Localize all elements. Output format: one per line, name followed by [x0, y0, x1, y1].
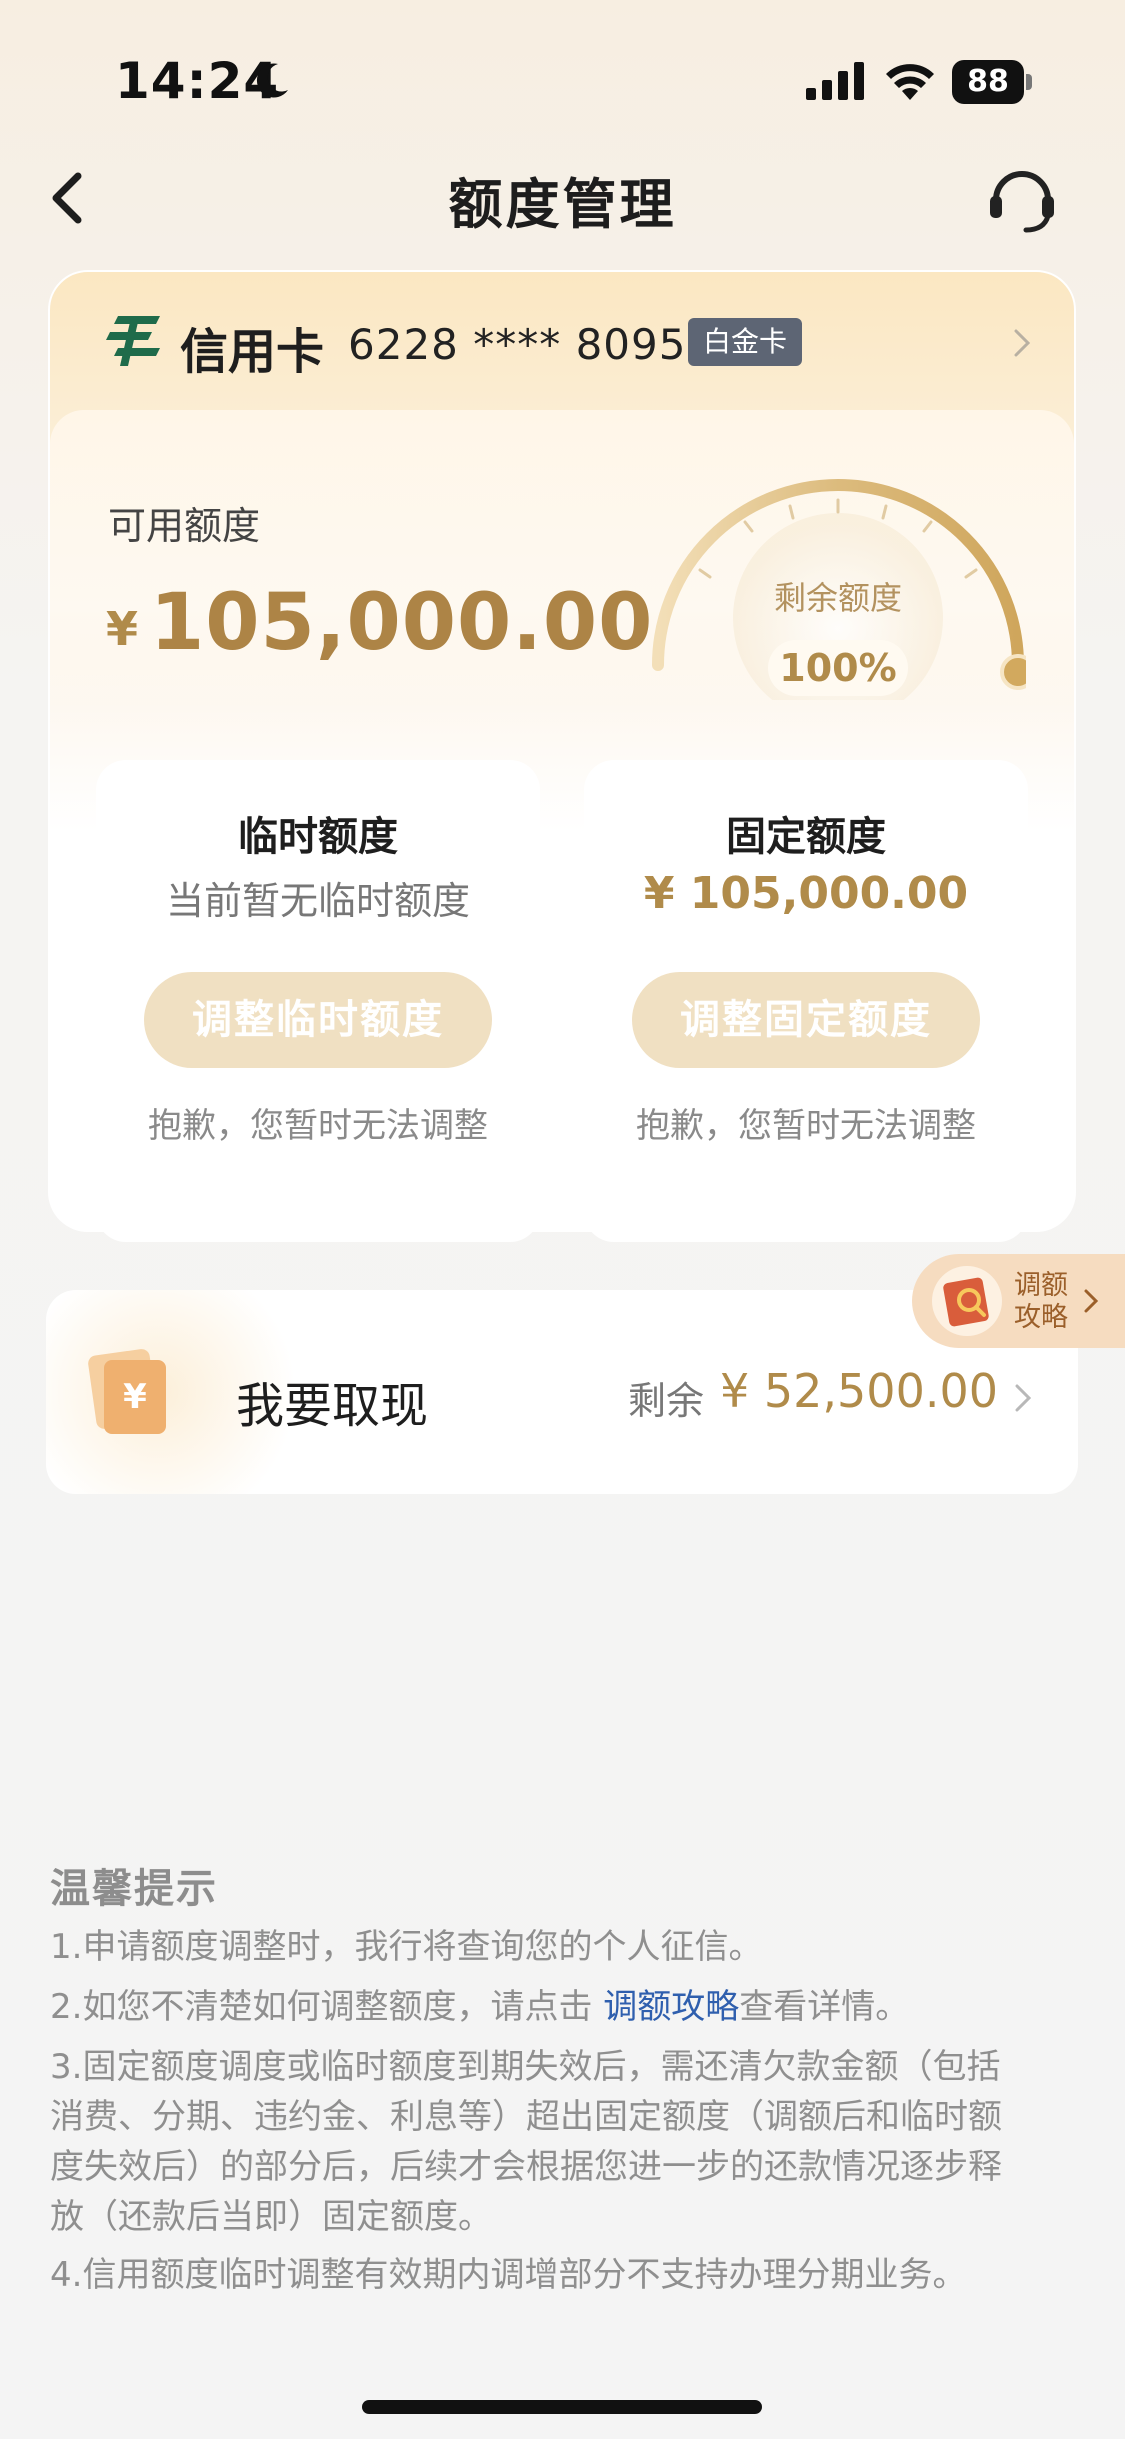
- limit-guide-link[interactable]: 调额攻略: [603, 1987, 739, 2027]
- tip-item-3: 3.固定额度调度或临时额度到期失效后，需还清欠款金额（包括 消费、分期、违约金、…: [50, 2047, 1002, 2237]
- bank-logo-icon: [106, 316, 160, 366]
- home-indicator[interactable]: [362, 2400, 762, 2414]
- adjust-temporary-limit-button[interactable]: 调整临时额度: [144, 972, 492, 1068]
- currency-symbol: ¥: [106, 602, 139, 656]
- adjust-fixed-limit-button[interactable]: 调整固定额度: [632, 972, 980, 1068]
- remaining-label: 剩余: [628, 1379, 705, 1423]
- cash-icon: ¥: [88, 1349, 166, 1434]
- temporary-limit-title: 临时额度: [238, 814, 398, 860]
- withdraw-chevron-icon: [1015, 1384, 1032, 1412]
- guide-book-icon: [932, 1266, 1002, 1336]
- moon-icon: [256, 63, 288, 98]
- wifi-icon: [886, 64, 934, 100]
- customer-service-icon[interactable]: [984, 160, 1060, 236]
- temporary-limit-desc: 当前暂无临时额度: [165, 879, 470, 923]
- page-title: 额度管理: [448, 173, 677, 236]
- tip-item-2: 2.如您不清楚如何调整额度，请点击 调额攻略查看详情。: [50, 1987, 910, 2027]
- temporary-limit-note: 抱歉，您暂时无法调整: [148, 1106, 488, 1146]
- cash-withdraw-label: 我要取现: [236, 1378, 429, 1434]
- cellular-signal-icon: [806, 62, 864, 100]
- card-detail-chevron-icon[interactable]: [1010, 325, 1034, 361]
- remaining-cash-amount: ¥ 52,500.00: [720, 1364, 998, 1418]
- fixed-limit-note: 抱歉，您暂时无法调整: [636, 1106, 976, 1146]
- fixed-limit-title: 固定额度: [726, 814, 886, 860]
- battery-icon: 88: [952, 60, 1032, 104]
- guide-tag-text: 调额 攻略: [1014, 1270, 1068, 1333]
- battery-level: 88: [952, 60, 1024, 104]
- svg-text:¥: ¥: [123, 1377, 147, 1417]
- card-type-label: 信用卡: [180, 324, 325, 380]
- available-limit-label: 可用额度: [108, 504, 261, 548]
- remaining-limit-label: 剩余额度: [773, 579, 902, 617]
- tip-item-4: 4.信用额度临时调整有效期内调增部分不支持办理分期业务。: [50, 2255, 967, 2295]
- tip-item-1: 1.申请额度调整时，我行将查询您的个人征信。: [50, 1927, 763, 1967]
- available-limit-amount: 105,000.00: [150, 578, 654, 668]
- card-level-badge: 白金卡: [688, 318, 802, 366]
- tips-title: 温馨提示: [50, 1866, 218, 1912]
- fixed-limit-amount: ¥ 105,000.00: [643, 868, 969, 919]
- card-number: 6228 **** 8095: [348, 320, 687, 369]
- guide-chevron-icon: [1084, 1289, 1099, 1313]
- remaining-limit-percent: 100%: [768, 640, 908, 696]
